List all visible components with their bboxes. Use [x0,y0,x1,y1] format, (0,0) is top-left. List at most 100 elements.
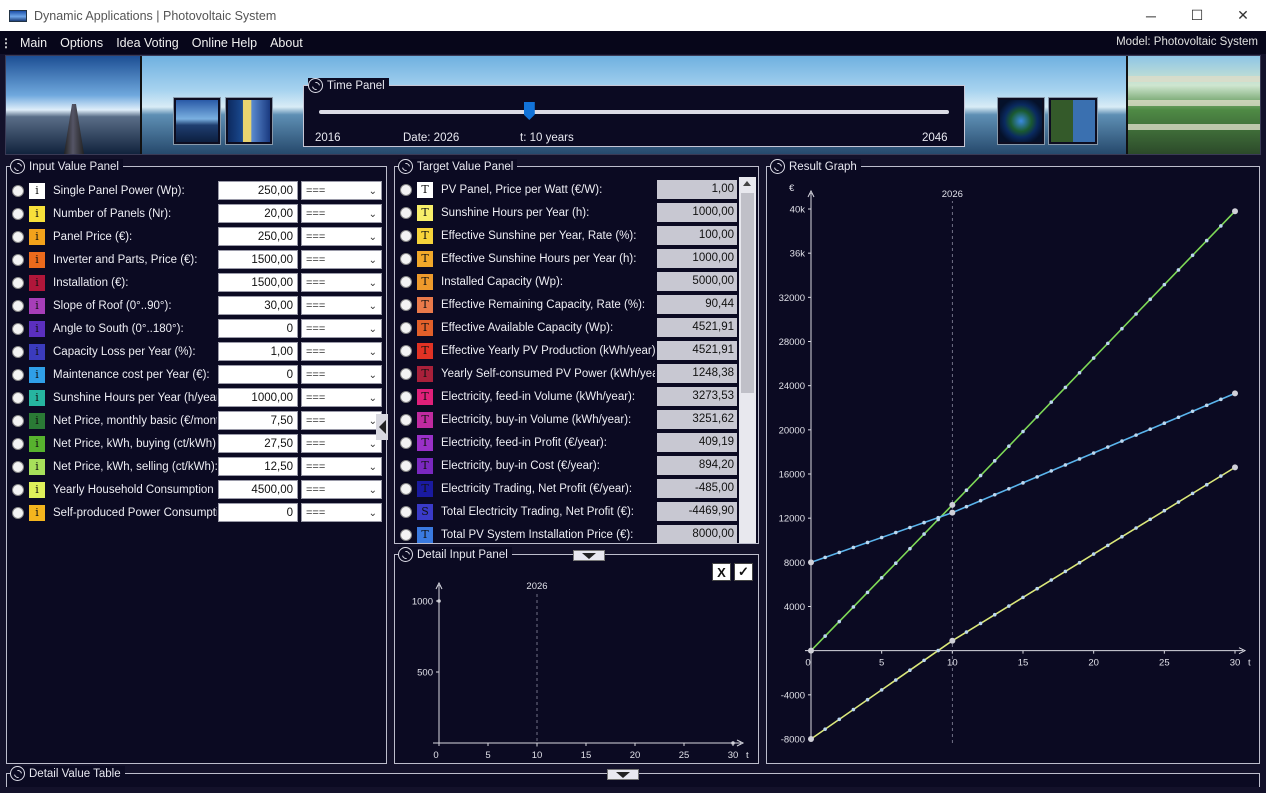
scenario-icon-door[interactable] [226,98,272,144]
input-value-field[interactable]: 0 [218,503,298,522]
target-row-radio[interactable] [400,344,412,357]
gear-icon[interactable] [10,766,25,781]
gear-icon[interactable] [10,159,25,174]
target-scroll-thumb[interactable] [741,193,754,393]
input-row[interactable]: i Self-produced Power Consumption ( [7,501,217,524]
scenario-icon-collage[interactable] [1049,98,1097,144]
input-mode-select[interactable]: === ⌄ [301,250,382,269]
input-row-radio[interactable] [12,437,24,450]
target-row[interactable]: S Total Electricity Trading, Net Profit (… [395,500,655,523]
target-row[interactable]: T Electricity, feed-in Volume (kWh/year): [395,385,655,408]
menu-main[interactable]: Main [20,36,47,50]
target-row[interactable]: T Effective Remaining Capacity, Rate (%): [395,293,655,316]
input-value-field[interactable]: 250,00 [218,227,298,246]
input-mode-select[interactable]: === ⌄ [301,273,382,292]
target-row-radio[interactable] [400,275,412,288]
input-row-radio[interactable] [12,299,24,312]
input-mode-select[interactable]: === ⌄ [301,204,382,223]
input-value-field[interactable]: 1500,00 [218,250,298,269]
target-row-radio[interactable] [400,206,412,219]
target-row-radio[interactable] [400,505,412,518]
gear-icon[interactable] [308,78,323,93]
input-mode-select[interactable]: === ⌄ [301,296,382,315]
target-row[interactable]: T Effective Sunshine per Year, Rate (%): [395,224,655,247]
input-mode-select[interactable]: === ⌄ [301,342,382,361]
menu-online-help[interactable]: Online Help [192,36,257,50]
input-row-radio[interactable] [12,391,24,404]
input-mode-select[interactable]: === ⌄ [301,227,382,246]
input-mode-select[interactable]: === ⌄ [301,388,382,407]
input-mode-select[interactable]: === ⌄ [301,319,382,338]
time-slider-track[interactable] [319,110,949,114]
input-value-field[interactable]: 1000,00 [218,388,298,407]
scenario-icon-globe[interactable] [998,98,1044,144]
menu-grip-icon[interactable]: ⋮ [0,36,12,50]
target-row[interactable]: T Effective Available Capacity (Wp): [395,316,655,339]
input-row[interactable]: i Sunshine Hours per Year (h/year): [7,386,217,409]
target-row[interactable]: T Total PV System Installation Price (€): [395,523,655,546]
menu-about[interactable]: About [270,36,303,50]
target-row[interactable]: T Installed Capacity (Wp): [395,270,655,293]
input-row-radio[interactable] [12,506,24,519]
input-row[interactable]: i Capacity Loss per Year (%): [7,340,217,363]
input-row[interactable]: i Net Price, kWh, selling (ct/kWh): [7,455,217,478]
target-row[interactable]: T Electricity Trading, Net Profit (€/year… [395,477,655,500]
input-row[interactable]: i Yearly Household Consumption (kWh [7,478,217,501]
input-row[interactable]: i Inverter and Parts, Price (€): [7,248,217,271]
input-value-field[interactable]: 1,00 [218,342,298,361]
input-value-field[interactable]: 27,50 [218,434,298,453]
input-row[interactable]: i Slope of Roof (0°..90°): [7,294,217,317]
input-row-radio[interactable] [12,253,24,266]
target-row-radio[interactable] [400,528,412,541]
result-chart[interactable]: 2026 0 5 10 15 20 25 30 t -8000 -4000 4000 8000 12000… [767,167,1259,763]
detail-table-collapse-button[interactable] [607,769,639,780]
target-row[interactable]: T PV Panel, Price per Watt (€/W): [395,178,655,201]
detail-input-chart[interactable]: 2026 0 5 10 15 20 25 30 t 500 1000 [395,555,758,763]
target-row-radio[interactable] [400,390,412,403]
input-row[interactable]: i Panel Price (€): [7,225,217,248]
input-row-radio[interactable] [12,322,24,335]
target-row-radio[interactable] [400,459,412,472]
input-row-radio[interactable] [12,184,24,197]
target-row[interactable]: T Electricity, buy-in Volume (kWh/year): [395,408,655,431]
time-slider-thumb[interactable] [523,102,535,120]
gear-icon[interactable] [398,159,413,174]
input-mode-select[interactable]: === ⌄ [301,503,382,522]
target-row-radio[interactable] [400,298,412,311]
input-value-field[interactable]: 0 [218,319,298,338]
input-row-radio[interactable] [12,414,24,427]
input-value-field[interactable]: 7,50 [218,411,298,430]
input-value-field[interactable]: 1500,00 [218,273,298,292]
input-row-radio[interactable] [12,460,24,473]
scroll-up-icon[interactable] [743,181,751,186]
target-row-radio[interactable] [400,413,412,426]
input-row-radio[interactable] [12,483,24,496]
menu-idea-voting[interactable]: Idea Voting [116,36,179,50]
input-value-field[interactable]: 4500,00 [218,480,298,499]
target-row-radio[interactable] [400,252,412,265]
target-scrollbar[interactable] [739,177,756,543]
target-row[interactable]: T Yearly Self-consumed PV Power (kWh/year… [395,362,655,385]
input-mode-select[interactable]: === ⌄ [301,411,382,430]
close-button[interactable]: ✕ [1220,0,1266,31]
target-row[interactable]: T Electricity, buy-in Cost (€/year): [395,454,655,477]
input-row-radio[interactable] [12,207,24,220]
minimize-button[interactable]: ─ [1128,0,1174,31]
input-value-field[interactable]: 0 [218,365,298,384]
target-row[interactable]: T Electricity, feed-in Profit (€/year): [395,431,655,454]
menu-options[interactable]: Options [60,36,103,50]
collapse-left-button[interactable] [376,414,388,440]
input-mode-select[interactable]: === ⌄ [301,434,382,453]
input-row[interactable]: i Net Price, kWh, buying (ct/kWh): [7,432,217,455]
input-mode-select[interactable]: === ⌄ [301,181,382,200]
target-row-radio[interactable] [400,482,412,495]
input-value-field[interactable]: 250,00 [218,181,298,200]
input-row-radio[interactable] [12,345,24,358]
scenario-icon-sea[interactable] [174,98,220,144]
input-row[interactable]: i Single Panel Power (Wp): [7,179,217,202]
target-row[interactable]: T Effective Yearly PV Production (kWh/yea… [395,339,655,362]
input-value-field[interactable]: 30,00 [218,296,298,315]
input-value-field[interactable]: 12,50 [218,457,298,476]
input-mode-select[interactable]: === ⌄ [301,480,382,499]
input-mode-select[interactable]: === ⌄ [301,457,382,476]
